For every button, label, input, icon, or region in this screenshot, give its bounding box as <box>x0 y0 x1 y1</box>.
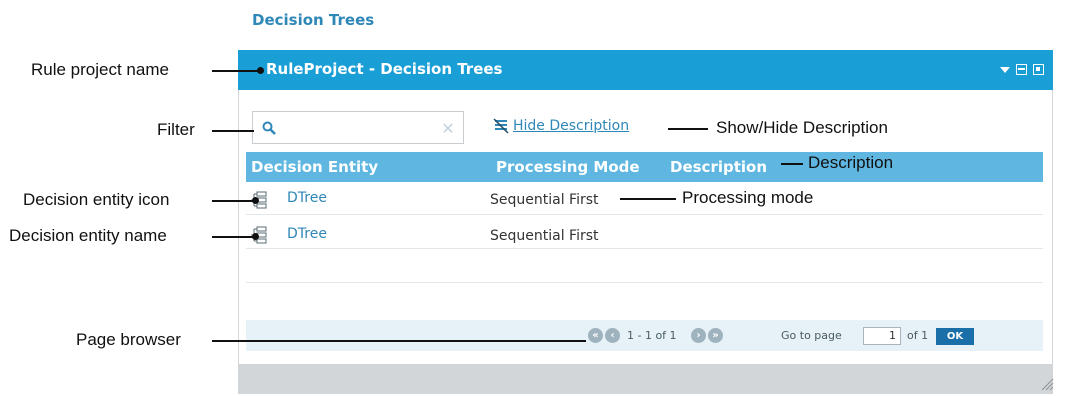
leader-line <box>620 198 676 200</box>
processing-mode-value: Sequential First <box>490 228 599 244</box>
processing-mode-value: Sequential First <box>490 192 599 208</box>
minimize-icon[interactable] <box>1016 64 1027 75</box>
ok-button[interactable]: OK <box>936 328 974 345</box>
callout-page-browser: Page browser <box>76 330 181 349</box>
leader-line <box>212 130 254 132</box>
column-header-decision-entity[interactable]: Decision Entity <box>251 158 378 176</box>
leader-line <box>781 163 803 165</box>
resize-grip-icon[interactable] <box>1040 377 1054 391</box>
last-page-icon[interactable]: » <box>708 328 723 343</box>
filter-input[interactable] <box>252 111 464 144</box>
leader-line <box>212 236 256 238</box>
table-row-empty <box>246 284 1043 317</box>
pager-forward-controls: › » <box>691 328 723 343</box>
pager-back-controls: « ‹ <box>588 328 620 343</box>
leader-dot <box>257 67 264 74</box>
clear-icon[interactable]: ✕ <box>440 121 456 137</box>
leader-dot <box>252 197 259 204</box>
page-total-text: of 1 <box>907 329 929 342</box>
callout-processing-mode: Processing mode <box>682 188 814 207</box>
widget-footer <box>238 364 1053 394</box>
go-to-page-label: Go to page <box>781 329 842 342</box>
callout-decision-entity-name: Decision entity name <box>9 226 167 245</box>
dropdown-arrow-icon[interactable] <box>1000 66 1010 73</box>
callout-filter: Filter <box>157 120 195 139</box>
header-controls <box>1000 64 1044 75</box>
page-number-input[interactable]: 1 <box>863 327 901 345</box>
search-icon <box>262 121 276 135</box>
callout-show-hide-description: Show/Hide Description <box>716 118 888 137</box>
previous-page-icon[interactable]: ‹ <box>605 328 620 343</box>
callout-decision-entity-icon: Decision entity icon <box>23 190 170 209</box>
leader-line <box>212 340 586 342</box>
column-header-description[interactable]: Description <box>670 158 767 176</box>
section-title: Decision Trees <box>252 11 375 29</box>
column-header-processing-mode[interactable]: Processing Mode <box>496 158 640 176</box>
table-row-empty <box>246 250 1043 283</box>
first-page-icon[interactable]: « <box>588 328 603 343</box>
callout-description: Description <box>808 153 894 172</box>
widget-title: RuleProject - Decision Trees <box>266 60 503 78</box>
page-range-text: 1 - 1 of 1 <box>627 329 677 342</box>
callout-rule-project-name: Rule project name <box>31 60 169 79</box>
leader-line <box>212 70 262 72</box>
leader-dot <box>252 233 259 240</box>
decision-entity-name[interactable]: DTree <box>287 226 327 242</box>
leader-line <box>668 128 708 130</box>
next-page-icon[interactable]: › <box>691 328 706 343</box>
leader-line <box>212 200 256 202</box>
maximize-icon[interactable] <box>1033 64 1044 75</box>
hide-description-icon[interactable] <box>493 118 509 134</box>
hide-description-link[interactable]: Hide Description <box>513 118 629 134</box>
decision-entity-name[interactable]: DTree <box>287 190 327 206</box>
table-row[interactable] <box>246 216 1043 249</box>
